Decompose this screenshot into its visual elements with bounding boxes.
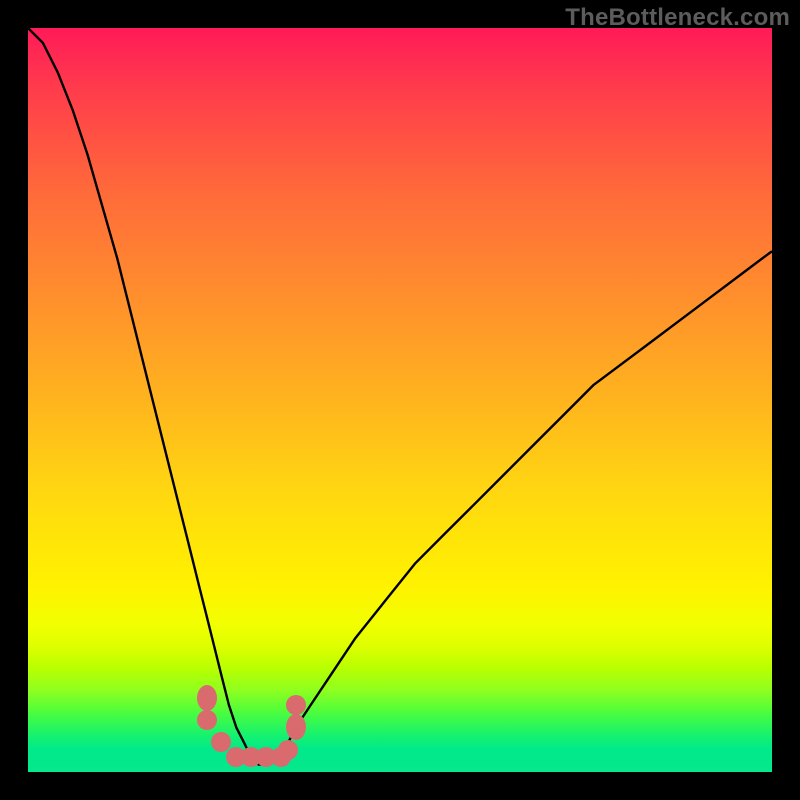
bottleneck-curve <box>28 28 772 772</box>
marker-dot <box>197 710 217 730</box>
marker-dot <box>286 714 306 740</box>
marker-dot <box>278 740 298 760</box>
marker-dot <box>197 685 217 711</box>
marker-dot <box>286 695 306 715</box>
chart-frame: TheBottleneck.com <box>0 0 800 800</box>
plot-area <box>28 28 772 772</box>
